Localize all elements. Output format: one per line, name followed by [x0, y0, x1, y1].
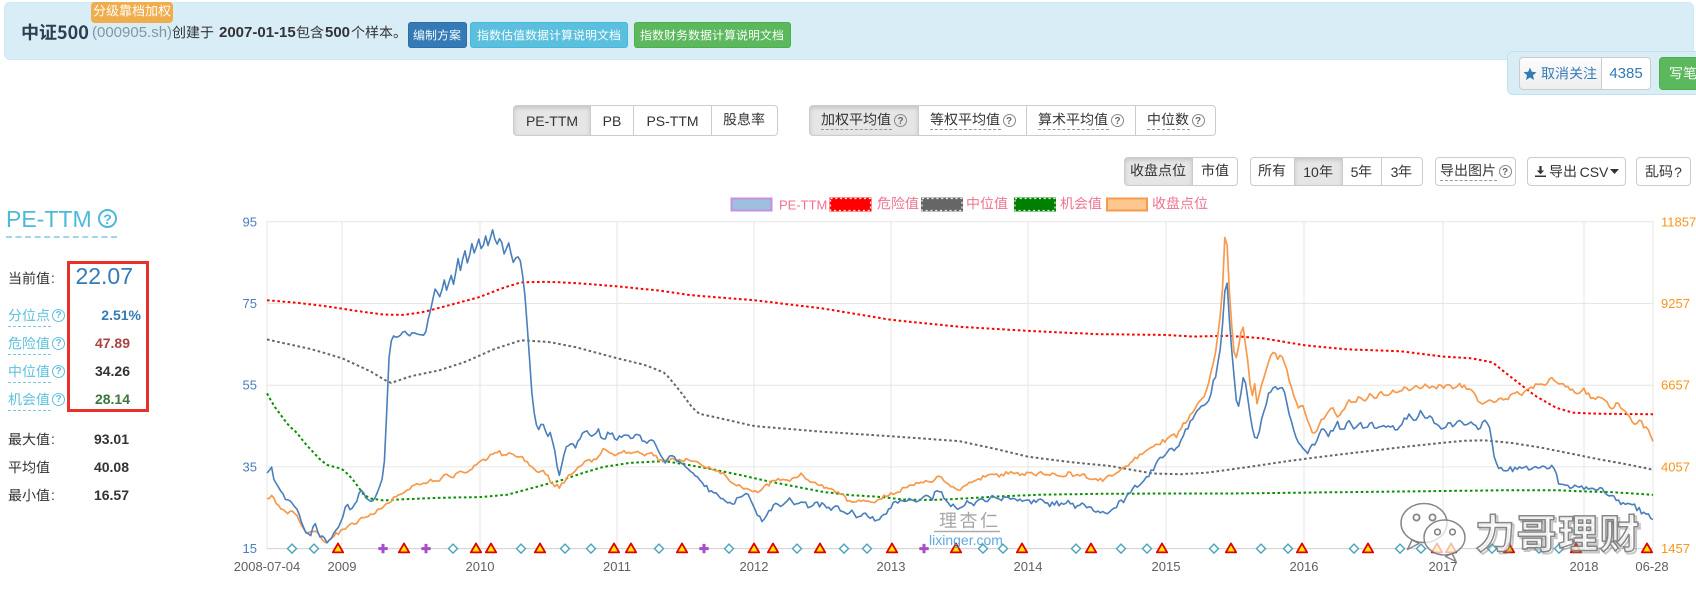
svg-text:75: 75: [243, 296, 257, 311]
svg-text:2008-07-04: 2008-07-04: [234, 559, 301, 574]
svg-text:2015: 2015: [1152, 559, 1181, 574]
svg-text:2010: 2010: [466, 559, 495, 574]
svg-text:2009: 2009: [328, 559, 357, 574]
svg-text:lixinger.com: lixinger.com: [929, 532, 1003, 548]
svg-text:35: 35: [243, 459, 257, 474]
svg-text:2011: 2011: [603, 559, 631, 574]
svg-text:95: 95: [243, 214, 257, 229]
svg-text:1457: 1457: [1661, 541, 1690, 556]
svg-text:2018: 2018: [1570, 559, 1599, 574]
svg-text:2017: 2017: [1429, 559, 1458, 574]
svg-text:2012: 2012: [740, 559, 769, 574]
svg-text:9257: 9257: [1661, 296, 1690, 311]
svg-text:55: 55: [243, 378, 257, 393]
svg-text:11857: 11857: [1661, 214, 1696, 229]
svg-text:4057: 4057: [1661, 459, 1690, 474]
svg-text:2013: 2013: [877, 559, 906, 574]
svg-text:15: 15: [243, 541, 257, 556]
svg-text:PE-TTM: PE-TTM: [779, 198, 827, 213]
svg-text:06-28: 06-28: [1635, 559, 1668, 574]
svg-text:2016: 2016: [1290, 559, 1319, 574]
svg-text:6657: 6657: [1661, 378, 1690, 393]
svg-text:2014: 2014: [1014, 559, 1043, 574]
